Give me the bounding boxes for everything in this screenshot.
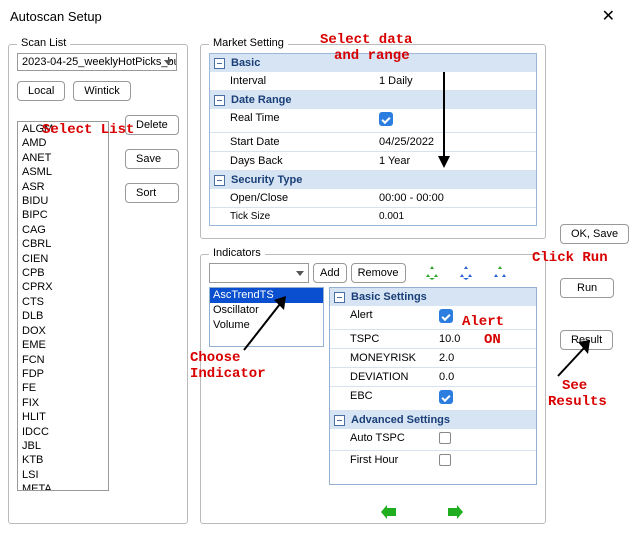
next-arrow-icon[interactable] bbox=[447, 505, 463, 519]
ebc-checkbox[interactable] bbox=[439, 390, 453, 404]
section-adv-settings: Advanced Settings bbox=[351, 414, 450, 426]
ticker-item[interactable]: CBRL bbox=[18, 237, 108, 251]
openclose-value[interactable]: 00:00 - 00:00 bbox=[373, 189, 536, 207]
prev-arrow-icon[interactable] bbox=[381, 505, 397, 519]
section-basic-settings: Basic Settings bbox=[351, 291, 427, 303]
ticker-item[interactable]: FDP bbox=[18, 367, 108, 381]
scan-list-combo[interactable]: 2023-04-25_weeklyHotPicks_buy bbox=[17, 53, 177, 71]
ticker-item[interactable]: LSI bbox=[18, 468, 108, 482]
ticker-item[interactable]: DLB bbox=[18, 309, 108, 323]
interval-key: Interval bbox=[210, 72, 373, 90]
collapse-icon[interactable] bbox=[214, 58, 225, 69]
sort-button[interactable]: Sort bbox=[125, 183, 179, 203]
indicator-item[interactable]: AscTrendTS bbox=[210, 288, 323, 303]
remove-button[interactable]: Remove bbox=[351, 263, 406, 283]
deviation-value[interactable]: 0.0 bbox=[433, 368, 536, 386]
ticker-item[interactable]: META bbox=[18, 482, 108, 491]
ticker-item[interactable]: IDCC bbox=[18, 425, 108, 439]
ticker-item[interactable]: BIDU bbox=[18, 194, 108, 208]
indicator-combo[interactable] bbox=[209, 263, 309, 283]
collapse-icon[interactable] bbox=[334, 415, 345, 426]
save-button[interactable]: Save bbox=[125, 149, 179, 169]
ticker-item[interactable]: HLIT bbox=[18, 410, 108, 424]
ticker-item[interactable]: FCN bbox=[18, 353, 108, 367]
indicator-item[interactable]: Oscillator bbox=[210, 303, 323, 318]
delete-button[interactable]: Delete bbox=[125, 115, 179, 135]
ticker-item[interactable]: BIPC bbox=[18, 208, 108, 222]
section-date-range: Date Range bbox=[231, 94, 292, 106]
ticker-item[interactable]: CTS bbox=[18, 295, 108, 309]
ticker-item[interactable]: DOX bbox=[18, 324, 108, 338]
local-button[interactable]: Local bbox=[17, 81, 65, 101]
ticker-item[interactable]: EME bbox=[18, 338, 108, 352]
ticker-item[interactable]: CIEN bbox=[18, 252, 108, 266]
alert-checkbox[interactable] bbox=[439, 309, 453, 323]
firsthour-checkbox[interactable] bbox=[439, 454, 451, 466]
scan-list-group: Scan List 2023-04-25_weeklyHotPicks_buy … bbox=[8, 44, 188, 524]
anno-see: See bbox=[562, 378, 587, 394]
ticker-item[interactable]: AMD bbox=[18, 136, 108, 150]
moneyrisk-key: MONEYRISK bbox=[330, 349, 433, 367]
collapse-icon[interactable] bbox=[214, 175, 225, 186]
autotspc-checkbox[interactable] bbox=[439, 432, 451, 444]
ticker-item[interactable]: ASR bbox=[18, 180, 108, 194]
moneyrisk-value[interactable]: 2.0 bbox=[433, 349, 536, 367]
alert-key: Alert bbox=[330, 306, 433, 329]
ticker-item[interactable]: JBL bbox=[18, 439, 108, 453]
ticksize-key: Tick Size bbox=[210, 208, 373, 225]
realtime-key: Real Time bbox=[210, 109, 373, 132]
anno-results: Results bbox=[548, 394, 607, 410]
ticksize-value[interactable]: 0.001 bbox=[373, 208, 536, 225]
daysback-value[interactable]: 1 Year bbox=[373, 152, 536, 170]
add-button[interactable]: Add bbox=[313, 263, 347, 283]
realtime-checkbox[interactable] bbox=[379, 112, 393, 126]
wintick-button[interactable]: Wintick bbox=[73, 81, 130, 101]
scan-list-label: Scan List bbox=[17, 37, 70, 49]
market-setting-label: Market Setting bbox=[209, 37, 288, 49]
ticker-item[interactable]: FIX bbox=[18, 396, 108, 410]
collapse-icon[interactable] bbox=[214, 95, 225, 106]
firsthour-key: First Hour bbox=[330, 451, 433, 472]
deviation-key: DEVIATION bbox=[330, 368, 433, 386]
ticker-item[interactable]: ASML bbox=[18, 165, 108, 179]
ticker-item[interactable]: ALGM bbox=[18, 122, 108, 136]
ticker-item[interactable]: KTB bbox=[18, 453, 108, 467]
recycle-blue-icon[interactable] bbox=[458, 265, 474, 281]
market-setting-group: Market Setting Basic Interval1 Daily Dat… bbox=[200, 44, 546, 239]
recycle-mix-icon[interactable] bbox=[492, 265, 508, 281]
indicator-listbox[interactable]: AscTrendTSOscillatorVolume bbox=[209, 287, 324, 347]
run-button[interactable]: Run bbox=[560, 278, 614, 298]
indicator-settings-grid[interactable]: Basic Settings Alert TSPC10.0 MONEYRISK2… bbox=[329, 287, 537, 485]
ticker-listbox[interactable]: ALGMAMDANETASMLASRBIDUBIPCCAGCBRLCIENCPB… bbox=[17, 121, 109, 491]
ticker-item[interactable]: CPB bbox=[18, 266, 108, 280]
market-property-grid[interactable]: Basic Interval1 Daily Date Range Real Ti… bbox=[209, 53, 537, 226]
startdate-value[interactable]: 04/25/2022 bbox=[373, 133, 536, 151]
section-security: Security Type bbox=[231, 174, 302, 186]
ebc-key: EBC bbox=[330, 387, 433, 410]
window-title: Autoscan Setup bbox=[10, 9, 102, 24]
close-icon[interactable]: ✕ bbox=[596, 6, 621, 26]
startdate-key: Start Date bbox=[210, 133, 373, 151]
tspc-value[interactable]: 10.0 bbox=[433, 330, 536, 348]
tspc-key: TSPC bbox=[330, 330, 433, 348]
interval-value[interactable]: 1 Daily bbox=[373, 72, 536, 90]
indicators-label: Indicators bbox=[209, 247, 265, 259]
openclose-key: Open/Close bbox=[210, 189, 373, 207]
indicators-group: Indicators Add Remove AscTrendTSOscillat… bbox=[200, 254, 546, 524]
ticker-item[interactable]: ANET bbox=[18, 151, 108, 165]
recycle-green-icon[interactable] bbox=[424, 265, 440, 281]
section-basic: Basic bbox=[231, 57, 260, 69]
ticker-item[interactable]: FE bbox=[18, 381, 108, 395]
ticker-item[interactable]: CAG bbox=[18, 223, 108, 237]
daysback-key: Days Back bbox=[210, 152, 373, 170]
indicator-item[interactable]: Volume bbox=[210, 318, 323, 333]
collapse-icon[interactable] bbox=[334, 292, 345, 303]
autotspc-key: Auto TSPC bbox=[330, 429, 433, 450]
ticker-item[interactable]: CPRX bbox=[18, 280, 108, 294]
ok-save-button[interactable]: OK, Save bbox=[560, 224, 629, 244]
result-button[interactable]: Result bbox=[560, 330, 613, 350]
